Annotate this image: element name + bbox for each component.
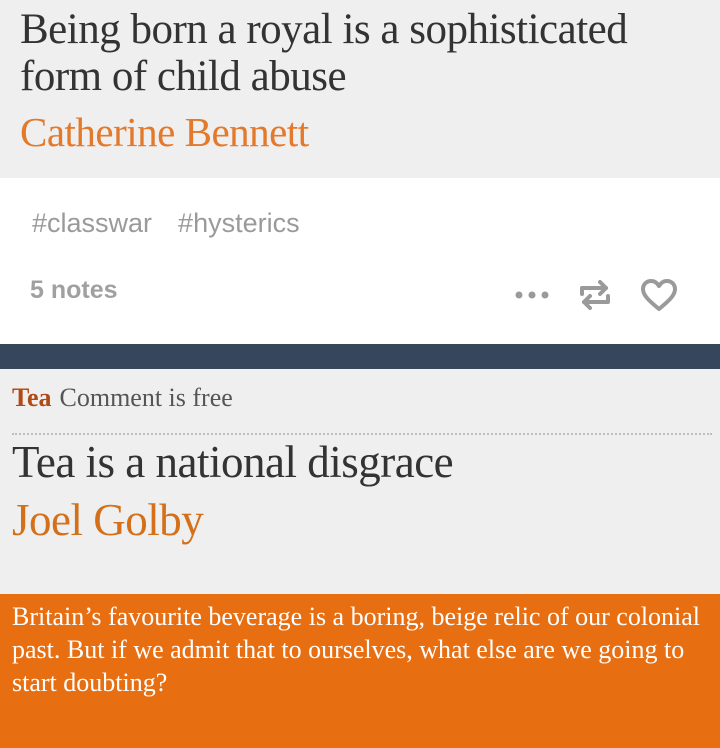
more-dots-icon[interactable] bbox=[514, 289, 550, 301]
tag-link[interactable]: #classwar bbox=[32, 208, 152, 239]
article-standfirst: Britain’s favourite beverage is a boring… bbox=[0, 594, 720, 748]
post-footer: #classwar #hysterics 5 notes bbox=[0, 178, 720, 344]
notes-count[interactable]: 5 notes bbox=[30, 276, 118, 305]
article-kicker: Tea Comment is free bbox=[12, 383, 233, 413]
tag-list: #classwar #hysterics bbox=[32, 208, 300, 239]
post-actions bbox=[514, 278, 678, 312]
article-card-bottom[interactable]: Tea Comment is free Tea is a national dis… bbox=[0, 369, 720, 594]
article-headline[interactable]: Tea is a national disgrace bbox=[12, 435, 454, 489]
tag-link[interactable]: #hysterics bbox=[178, 208, 300, 239]
article-byline[interactable]: Joel Golby bbox=[12, 493, 204, 547]
reblog-icon[interactable] bbox=[576, 278, 614, 312]
article-card-top[interactable]: Being born a royal is a sophisticated fo… bbox=[0, 0, 720, 178]
article-byline[interactable]: Catherine Bennett bbox=[20, 107, 309, 157]
post-divider bbox=[0, 344, 720, 369]
article-headline[interactable]: Being born a royal is a sophisticated fo… bbox=[20, 6, 710, 100]
standfirst-text: Britain’s favourite beverage is a boring… bbox=[12, 602, 701, 697]
section-label[interactable]: Tea bbox=[12, 383, 52, 412]
series-label[interactable]: Comment is free bbox=[60, 383, 233, 412]
heart-icon[interactable] bbox=[640, 278, 678, 312]
